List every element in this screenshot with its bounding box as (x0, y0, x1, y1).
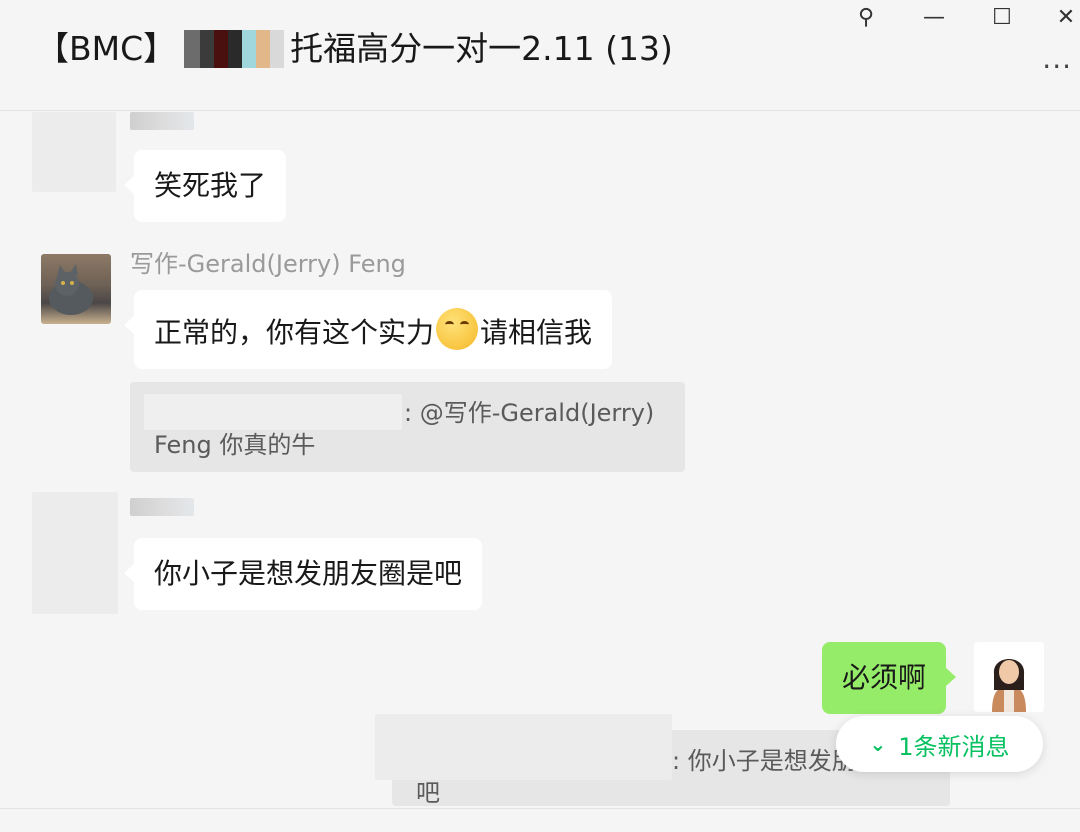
message-text: 你小子是想发朋友圈是吧 (154, 557, 463, 590)
person-icon (992, 659, 1026, 712)
chat-title-prefix: 【BMC】 (36, 29, 177, 68)
message-bubble[interactable]: 你小子是想发朋友圈是吧 (123, 538, 483, 610)
maximize-button[interactable]: ☐ (982, 0, 1022, 34)
quote-text: : @写作-Gerald(Jerry) (404, 399, 655, 427)
message-bubble[interactable]: 正常的，你有这个实力 请相信我 (123, 290, 613, 369)
close-button[interactable]: ✕ (1046, 0, 1080, 34)
sender-name-redacted (130, 112, 194, 130)
double-chevron-down-icon: ⌄ (869, 732, 887, 756)
redacted-mosaic (184, 30, 285, 68)
cat-icon (49, 264, 93, 315)
new-message-label: 1条新消息 (898, 732, 1010, 761)
pin-icon[interactable]: ⚲ (846, 0, 886, 34)
message-text: 正常的，你有这个实力 (154, 316, 435, 349)
minimize-button[interactable]: — (914, 0, 954, 34)
input-area-edge (0, 808, 1080, 832)
message-text: 笑死我了 (154, 169, 267, 202)
quoted-message[interactable]: : @写作-Gerald(Jerry) Feng 你真的牛 (130, 382, 685, 472)
chat-title-bar: 【BMC】 托福高分一对一2.11 (13) ⚲ — ☐ ✕ ··· (0, 0, 1080, 111)
thinking-face-icon (436, 308, 479, 350)
message-bubble[interactable]: 笑死我了 (123, 150, 287, 222)
sender-name-redacted (130, 498, 194, 516)
more-options-icon[interactable]: ··· (1042, 50, 1072, 83)
quote-text: Feng 你真的牛 (154, 431, 316, 459)
avatar-redacted[interactable] (32, 492, 118, 614)
message-text: 请相信我 (480, 316, 593, 349)
quoted-sender-redacted (375, 714, 672, 780)
quote-text: : 你小子是想发朋 (672, 747, 856, 775)
quoted-sender-redacted (144, 394, 402, 430)
sender-name: 写作-Gerald(Jerry) Feng (130, 250, 406, 278)
avatar-redacted[interactable] (32, 112, 116, 192)
quote-text: 吧 (416, 779, 440, 807)
chat-title: 【BMC】 托福高分一对一2.11 (13) (36, 28, 673, 70)
chat-title-suffix: 托福高分一对一2.11 (13) (290, 29, 673, 68)
message-text: 必须啊 (842, 661, 927, 694)
avatar[interactable] (41, 254, 111, 324)
new-message-button[interactable]: ⌄ 1条新消息 (836, 716, 1043, 772)
my-avatar[interactable] (974, 642, 1044, 712)
my-message-bubble[interactable]: 必须啊 (822, 642, 957, 714)
